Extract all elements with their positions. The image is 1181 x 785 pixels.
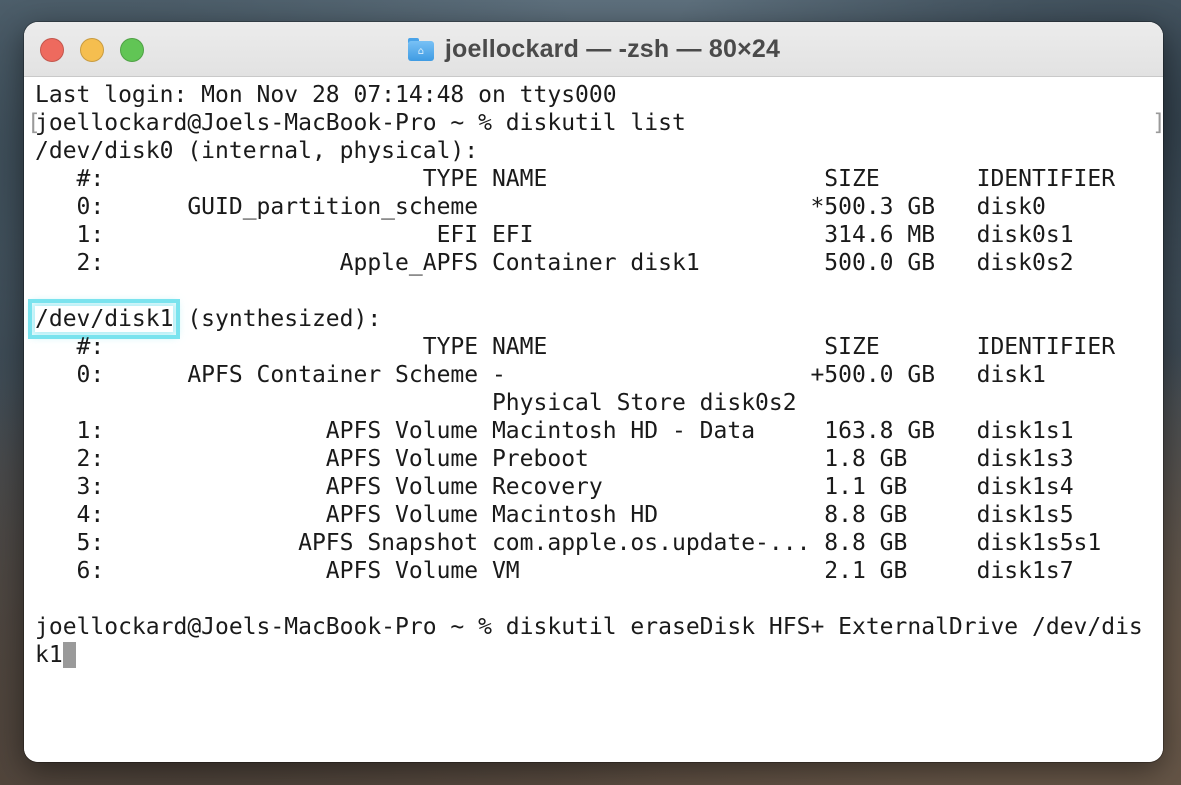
disk1-table-header: #: TYPE NAME SIZE IDENTIFIER — [35, 334, 1116, 360]
disk1-suffix: (synthesized): — [173, 306, 382, 332]
disk1-row: 0: APFS Container Scheme - +500.0 GB dis… — [35, 362, 1046, 388]
disk1-row: 3: APFS Volume Recovery 1.1 GB disk1s4 — [35, 474, 1074, 500]
disk0-header: /dev/disk0 (internal, physical): — [35, 138, 479, 164]
disk1-header: /dev/disk1 (synthesized): — [27, 299, 1163, 339]
title-bar[interactable]: ⌂ joellockard — -zsh — 80×24 — [24, 22, 1163, 77]
window-title: joellockard — -zsh — 80×24 — [444, 34, 781, 63]
prompt-line: [joellockard@Joels-MacBook-Pro ~ % disku… — [27, 109, 1163, 137]
disk1-row: 6: APFS Volume VM 2.1 GB disk1s7 — [35, 558, 1074, 584]
disk0-row: 1: EFI EFI 314.6 MB disk0s1 — [35, 222, 1074, 248]
terminal-content[interactable]: Last login: Mon Nov 28 07:14:48 on ttys0… — [24, 77, 1163, 762]
disk0-row: 2: Apple_APFS Container disk1 500.0 GB d… — [35, 250, 1074, 276]
disk1-highlight: /dev/disk1 — [27, 299, 181, 339]
disk1-row: Physical Store disk0s2 — [35, 390, 797, 416]
command-line-continued[interactable]: k1 — [35, 641, 1163, 669]
mark-left-bracket: [ — [27, 110, 41, 136]
last-login-line: Last login: Mon Nov 28 07:14:48 on ttys0… — [35, 82, 617, 108]
prompt-command: joellockard@Joels-MacBook-Pro ~ % diskut… — [35, 110, 686, 136]
command-continuation: k1 — [35, 642, 63, 668]
disk1-row: 1: APFS Volume Macintosh HD - Data 163.8… — [35, 418, 1074, 444]
text-cursor — [62, 642, 76, 668]
command-line: joellockard@Joels-MacBook-Pro ~ % diskut… — [35, 614, 1143, 640]
home-folder-icon: ⌂ — [407, 36, 435, 62]
mark-right-bracket: ] — [1152, 109, 1163, 137]
disk1-row: 2: APFS Volume Preboot 1.8 GB disk1s3 — [35, 446, 1074, 472]
disk1-row: 4: APFS Volume Macintosh HD 8.8 GB disk1… — [35, 502, 1074, 528]
terminal-window: ⌂ joellockard — -zsh — 80×24 Last login:… — [24, 22, 1163, 762]
disk0-table-header: #: TYPE NAME SIZE IDENTIFIER — [35, 166, 1116, 192]
disk1-row: 5: APFS Snapshot com.apple.os.update-...… — [35, 530, 1102, 556]
disk0-row: 0: GUID_partition_scheme *500.3 GB disk0 — [35, 194, 1046, 220]
window-title-group: ⌂ joellockard — -zsh — 80×24 — [24, 22, 1163, 76]
